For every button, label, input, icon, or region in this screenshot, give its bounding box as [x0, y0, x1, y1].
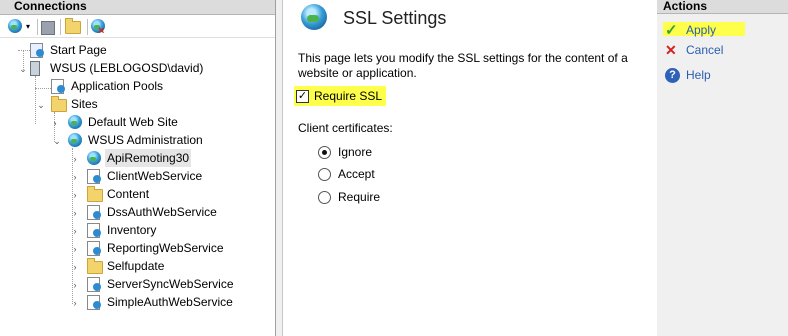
connect-globe-icon[interactable] — [8, 19, 24, 35]
expand-icon[interactable]: › — [70, 190, 80, 200]
chevron-down-icon[interactable]: ▾ — [26, 19, 34, 35]
ssl-globe-icon — [301, 4, 327, 30]
save-icon[interactable] — [41, 19, 55, 35]
radio-ignore[interactable] — [318, 146, 331, 159]
client-certificates-label: Client certificates: — [298, 121, 393, 135]
expand-icon[interactable]: › — [70, 154, 80, 164]
require-ssl-label[interactable]: Require SSL — [314, 89, 382, 103]
expand-icon[interactable]: › — [70, 226, 80, 236]
up-folder-icon[interactable] — [65, 18, 81, 35]
expand-icon[interactable]: › — [70, 280, 80, 290]
radio-accept[interactable] — [318, 168, 331, 181]
page-description: This page lets you modify the SSL settin… — [298, 51, 628, 80]
radio-require-label[interactable]: Require — [338, 190, 380, 204]
start-page-icon — [30, 43, 46, 59]
expand-icon[interactable]: › — [70, 208, 80, 218]
expand-icon[interactable]: › — [50, 118, 60, 128]
page-title: SSL Settings — [343, 8, 447, 28]
web-app-icon — [87, 241, 103, 257]
require-ssl-checkbox[interactable]: ✓ — [296, 90, 309, 103]
help-icon: ? — [665, 68, 680, 83]
radio-ignore-label[interactable]: Ignore — [338, 145, 372, 159]
web-app-icon — [87, 205, 103, 221]
folder-icon — [87, 258, 103, 275]
collapse-icon[interactable]: ⌄ — [36, 100, 46, 110]
web-app-icon — [87, 223, 103, 239]
app-pools-icon — [51, 79, 67, 95]
actions-header: Actions — [657, 0, 788, 14]
web-app-icon — [87, 169, 103, 185]
connections-toolbar: ▾ × — [0, 15, 275, 38]
expand-icon[interactable]: › — [70, 244, 80, 254]
connections-panel: Connections ▾ × Start Page ⌄ WSUS (LEBLO… — [0, 0, 276, 336]
actions-panel: Actions ✓ Apply ✕ Cancel ? Help — [657, 0, 788, 336]
globe-icon — [68, 133, 84, 149]
folder-icon — [87, 186, 103, 203]
server-icon — [30, 61, 46, 77]
expand-icon[interactable]: › — [70, 172, 80, 182]
collapse-icon[interactable]: ⌄ — [52, 136, 62, 146]
expand-icon[interactable]: › — [70, 262, 80, 272]
disconnect-icon[interactable]: × — [91, 19, 107, 37]
ssl-settings-panel: SSL Settings This page lets you modify t… — [282, 0, 658, 336]
cancel-x-icon: ✕ — [665, 42, 677, 58]
radio-require[interactable] — [318, 191, 331, 204]
apply-check-icon: ✓ — [665, 22, 678, 39]
globe-icon — [87, 151, 103, 167]
folder-icon — [51, 96, 67, 113]
web-app-icon — [87, 277, 103, 293]
globe-icon — [68, 115, 84, 131]
web-app-icon — [87, 295, 103, 311]
connections-header: Connections — [0, 0, 275, 15]
radio-accept-label[interactable]: Accept — [338, 167, 375, 181]
expand-icon[interactable]: › — [70, 298, 80, 308]
collapse-icon[interactable]: ⌄ — [18, 64, 28, 74]
